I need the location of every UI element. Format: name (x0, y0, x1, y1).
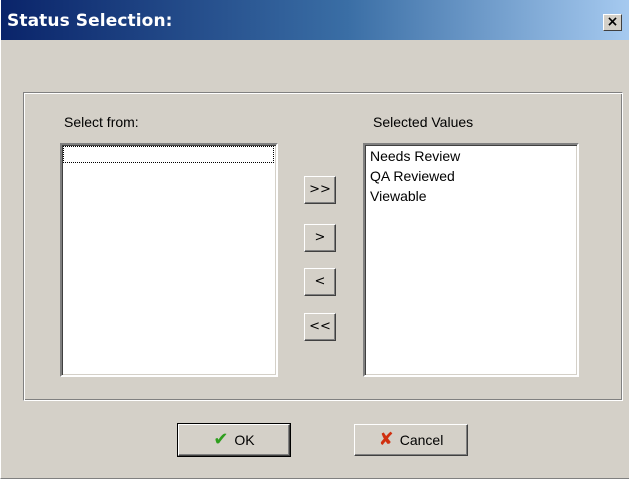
close-icon: × (606, 14, 619, 30)
list-item[interactable]: Needs Review (370, 148, 460, 164)
cancel-label: Cancel (399, 432, 444, 448)
list-item[interactable]: QA Reviewed (370, 168, 455, 184)
remove-button[interactable]: < (304, 268, 336, 296)
close-button[interactable]: × (603, 14, 622, 31)
title-bar[interactable]: Status Selection: × (1, 0, 629, 40)
add-button[interactable]: > (304, 224, 336, 252)
select-from-listbox[interactable] (60, 143, 278, 377)
ok-button[interactable]: ✔ OK (177, 423, 291, 457)
window-title: Status Selection: (7, 11, 173, 31)
list-focus-row[interactable] (63, 146, 274, 163)
ok-label: OK (234, 432, 255, 448)
remove-all-button[interactable]: << (304, 313, 336, 341)
list-item[interactable]: Viewable (370, 188, 427, 204)
select-from-label: Select from: (64, 114, 139, 130)
x-icon: ✘ (378, 429, 394, 450)
checkmark-icon: ✔ (213, 429, 229, 450)
selected-values-label: Selected Values (373, 114, 474, 130)
cancel-button[interactable]: ✘ Cancel (354, 424, 468, 456)
add-all-button[interactable]: >> (304, 176, 336, 204)
status-selection-dialog: Status Selection: × Select from: Selecte… (0, 0, 629, 479)
